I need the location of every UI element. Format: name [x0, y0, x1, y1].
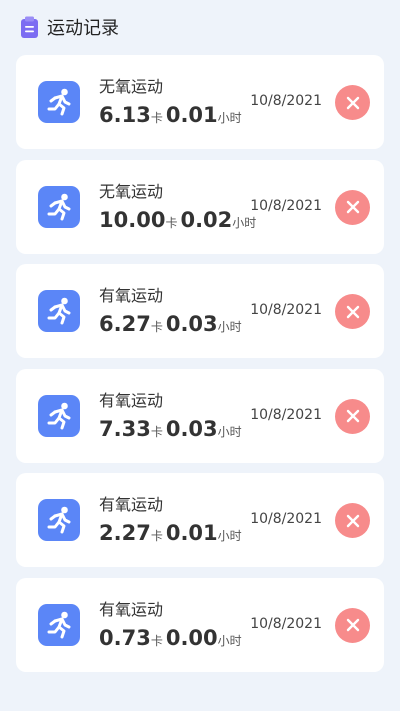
page-header: 运动记录 — [20, 14, 119, 40]
calories-unit: 卡 — [150, 529, 163, 543]
delete-record-button[interactable] — [335, 398, 370, 434]
list-item[interactable]: 有氧运动 2.27卡 0.01小时 10/8/2021 — [16, 473, 384, 567]
calories-value: 6.13 — [99, 103, 151, 127]
duration-unit: 小时 — [232, 215, 257, 230]
duration-value: 0.03 — [165, 416, 218, 441]
records-list: 无氧运动 6.13卡 0.01小时 10/8/2021 无氧运动 10.00卡 0.… — [16, 55, 384, 682]
duration-unit: 小时 — [217, 111, 242, 125]
exercise-type: 有氧运动 — [99, 599, 164, 619]
delete-record-button[interactable] — [335, 189, 370, 225]
calories-value: 0.73 — [99, 625, 151, 650]
close-icon — [346, 200, 359, 214]
running-person-icon — [38, 185, 80, 228]
list-item[interactable]: 无氧运动 10.00卡 0.02小时 10/8/2021 — [16, 159, 384, 254]
duration-value: 0.03 — [165, 312, 218, 336]
exercise-stats: 6.27卡 0.03小时 — [99, 311, 245, 340]
delete-record-button[interactable] — [335, 294, 370, 329]
duration-value: 0.00 — [165, 625, 218, 650]
duration-unit: 小时 — [217, 320, 242, 334]
calories-value: 10.00 — [99, 207, 166, 232]
list-item[interactable]: 有氧运动 0.73卡 0.00小时 10/8/2021 — [16, 577, 384, 672]
calories-unit: 卡 — [150, 111, 163, 125]
exercise-stats: 2.27卡 0.01小时 — [99, 520, 245, 549]
duration-unit: 小时 — [217, 529, 242, 543]
running-person-icon — [38, 394, 80, 437]
exercise-type: 有氧运动 — [99, 286, 164, 305]
page-title: 运动记录 — [47, 18, 119, 39]
calories-unit: 卡 — [150, 424, 163, 439]
running-person-icon — [38, 603, 80, 646]
running-person-icon — [38, 499, 80, 541]
record-date: 10/8/2021 — [250, 197, 322, 214]
record-date: 10/8/2021 — [250, 406, 322, 423]
duration-value: 0.01 — [165, 103, 218, 127]
record-date: 10/8/2021 — [250, 615, 322, 632]
exercise-stats: 0.73卡 0.00小时 — [99, 625, 245, 654]
exercise-type: 有氧运动 — [99, 495, 164, 514]
record-date: 10/8/2021 — [250, 93, 322, 109]
record-date: 10/8/2021 — [250, 302, 322, 318]
running-person-icon — [38, 81, 80, 123]
calories-unit: 卡 — [150, 633, 163, 648]
close-icon — [346, 514, 359, 527]
list-item[interactable]: 有氧运动 6.27卡 0.03小时 10/8/2021 — [16, 264, 384, 358]
exercise-stats: 6.13卡 0.01小时 — [99, 102, 245, 131]
delete-record-button[interactable] — [335, 85, 370, 120]
list-item[interactable]: 无氧运动 6.13卡 0.01小时 10/8/2021 — [16, 55, 384, 149]
duration-unit: 小时 — [217, 424, 242, 439]
close-icon — [346, 96, 359, 109]
record-date: 10/8/2021 — [250, 511, 322, 527]
exercise-stats: 10.00卡 0.02小时 — [99, 207, 259, 236]
list-item[interactable]: 有氧运动 7.33卡 0.03小时 10/8/2021 — [16, 368, 384, 463]
close-icon — [346, 409, 359, 423]
exercise-type: 无氧运动 — [99, 181, 164, 201]
calories-value: 7.33 — [99, 416, 151, 441]
duration-value: 0.01 — [165, 521, 218, 545]
close-icon — [346, 618, 359, 632]
calories-unit: 卡 — [150, 320, 163, 334]
duration-value: 0.02 — [180, 207, 233, 232]
exercise-type: 无氧运动 — [99, 77, 164, 96]
clipboard-icon — [21, 16, 38, 38]
calories-value: 2.27 — [99, 521, 151, 545]
duration-unit: 小时 — [217, 633, 242, 648]
close-icon — [346, 305, 359, 318]
calories-value: 6.27 — [99, 312, 151, 336]
running-person-icon — [38, 290, 80, 332]
calories-unit: 卡 — [165, 215, 178, 230]
delete-record-button[interactable] — [335, 503, 370, 538]
exercise-stats: 7.33卡 0.03小时 — [99, 416, 245, 445]
exercise-type: 有氧运动 — [99, 390, 164, 410]
delete-record-button[interactable] — [335, 607, 370, 643]
